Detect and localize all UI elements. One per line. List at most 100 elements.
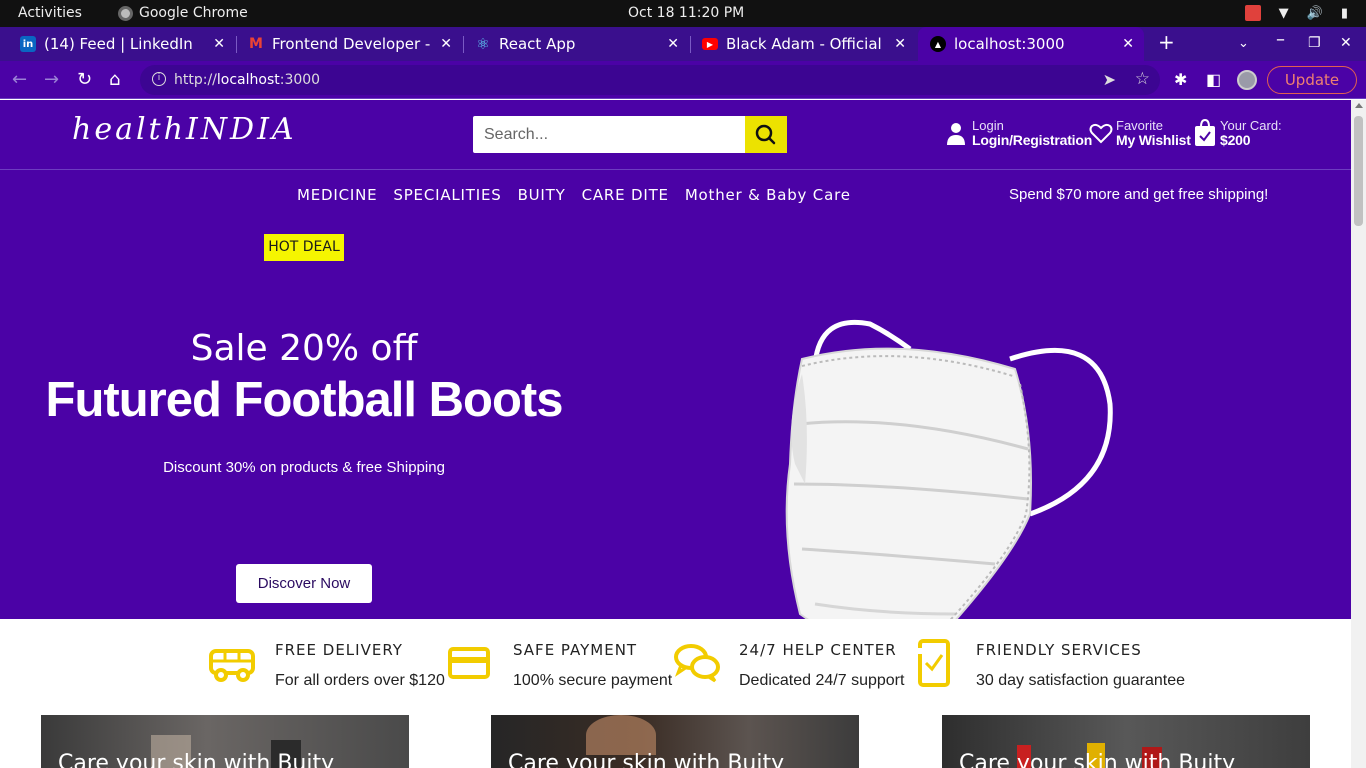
login-registration-label: Login/Registration xyxy=(972,132,1093,148)
page-scrollbar[interactable] xyxy=(1351,100,1366,768)
feature-subtitle: 30 day satisfaction guarantee xyxy=(976,672,1186,689)
close-tab-icon[interactable]: ✕ xyxy=(667,36,679,52)
chrome-icon xyxy=(118,5,133,21)
feature-safe-payment: SAFE PAYMENT 100% secure payment xyxy=(447,639,672,690)
close-tab-icon[interactable]: ✕ xyxy=(894,36,906,52)
login-label: Login xyxy=(972,118,1004,133)
gmail-icon: M xyxy=(249,36,263,52)
profile-avatar[interactable] xyxy=(1237,70,1257,90)
close-tab-icon[interactable]: ✕ xyxy=(1122,36,1134,52)
anydesk-icon[interactable] xyxy=(1244,5,1261,21)
login-link[interactable]: Login Login/Registration xyxy=(946,118,1092,148)
promo-card[interactable]: Care your skin with Buity xyxy=(942,715,1310,768)
update-button[interactable]: Update xyxy=(1267,66,1357,94)
tab-react-app[interactable]: ⚛ React App ✕ xyxy=(475,27,689,61)
feature-help-center: 24/7 HELP CENTER Dedicated 24/7 support xyxy=(673,639,904,690)
search-box xyxy=(473,116,787,153)
feature-subtitle: For all orders over $120 xyxy=(275,672,445,689)
extensions-icon[interactable]: ✱ xyxy=(1174,70,1187,90)
promo-card-text: Care your skin with Buity xyxy=(58,751,335,768)
close-tab-icon[interactable]: ✕ xyxy=(440,36,452,52)
tab-search-chevron-icon[interactable]: ⌄ xyxy=(1238,36,1249,51)
address-bar[interactable]: i http://localhost:3000 ➤ ☆ xyxy=(140,65,1160,95)
menu-item-mother-baby-care[interactable]: Mother & Baby Care xyxy=(685,186,851,204)
scrollbar-thumb[interactable] xyxy=(1354,116,1363,226)
home-icon[interactable]: ⌂ xyxy=(109,69,120,90)
promo-card[interactable]: Care your skin with Buity xyxy=(41,715,409,768)
os-top-bar: Activities Google Chrome Oct 18 11:20 PM… xyxy=(0,0,1366,27)
tab-gmail[interactable]: M Frontend Developer - 80 ✕ xyxy=(248,27,462,61)
info-icon[interactable]: i xyxy=(152,72,166,86)
app-menu[interactable]: Google Chrome xyxy=(118,5,248,21)
tab-title: React App xyxy=(499,35,576,53)
side-panel-icon[interactable]: ◧ xyxy=(1206,70,1221,90)
discover-now-button[interactable]: Discover Now xyxy=(236,564,372,603)
free-shipping-note: Spend $70 more and get free shipping! xyxy=(1009,186,1269,203)
tab-separator xyxy=(236,36,237,53)
search-icon xyxy=(755,124,776,145)
cart-label: Your Card: xyxy=(1220,118,1282,133)
tab-separator xyxy=(463,36,464,53)
tab-youtube[interactable]: ▶ Black Adam - Official Tra ✕ xyxy=(702,27,916,61)
promo-card-text: Care your skin with Buity xyxy=(959,751,1236,768)
cart-link[interactable]: Your Card: $200 xyxy=(1193,118,1282,148)
tab-linkedin[interactable]: in (14) Feed | LinkedIn ✕ xyxy=(20,27,235,61)
bookmark-star-icon[interactable]: ☆ xyxy=(1135,69,1150,89)
menu-item-buity[interactable]: BUITY xyxy=(518,186,566,204)
battery-icon: ▮ xyxy=(1340,5,1348,21)
person-shape xyxy=(586,715,656,755)
search-button[interactable] xyxy=(745,116,787,153)
hot-deal-badge: HOT DEAL xyxy=(264,234,344,261)
minimize-icon[interactable]: – xyxy=(1276,29,1285,50)
wishlist-label: My Wishlist xyxy=(1116,132,1191,148)
cart-total: $200 xyxy=(1220,132,1251,148)
main-menu: MEDICINE SPECIALITIES BUITY CARE DITE Mo… xyxy=(297,186,867,204)
scroll-up-arrow-icon[interactable] xyxy=(1355,103,1363,108)
tab-title: localhost:3000 xyxy=(954,35,1065,53)
promo-card-text: Care your skin with Buity xyxy=(508,751,785,768)
menu-item-medicine[interactable]: MEDICINE xyxy=(297,186,377,204)
user-icon xyxy=(947,123,965,145)
feature-free-delivery: FREE DELIVERY For all orders over $120 xyxy=(209,639,445,690)
wishlist-link[interactable]: Favorite My Wishlist xyxy=(1089,118,1191,148)
reload-icon[interactable]: ↻ xyxy=(77,69,92,90)
heart-icon xyxy=(1089,123,1113,144)
shopping-bag-icon xyxy=(1195,118,1215,146)
close-window-icon[interactable]: ✕ xyxy=(1340,35,1352,51)
promo-card[interactable]: Care your skin with Buity xyxy=(491,715,859,768)
search-input[interactable] xyxy=(473,116,745,153)
url-text[interactable]: http://localhost:3000 xyxy=(174,72,320,88)
linkedin-icon: in xyxy=(20,36,36,52)
tab-strip: in (14) Feed | LinkedIn ✕ M Frontend Dev… xyxy=(0,27,1366,61)
favorite-label: Favorite xyxy=(1116,118,1163,133)
feature-subtitle: 100% secure payment xyxy=(513,672,673,689)
tab-separator xyxy=(690,36,691,53)
close-tab-icon[interactable]: ✕ xyxy=(213,36,225,52)
browser-toolbar: ← → ↻ ⌂ i http://localhost:3000 ➤ ☆ ✱ ◧ … xyxy=(0,61,1366,99)
mobile-check-icon xyxy=(916,639,950,687)
site-logo[interactable]: healthINDIA xyxy=(72,112,297,147)
react-icon: ⚛ xyxy=(476,35,490,53)
tab-title: Frontend Developer - 80 xyxy=(272,35,432,53)
forward-icon[interactable]: → xyxy=(44,69,59,90)
tab-title: Black Adam - Official Tra xyxy=(726,35,886,53)
clock[interactable]: Oct 18 11:20 PM xyxy=(628,5,744,21)
feature-title: FREE DELIVERY xyxy=(275,641,403,659)
app-name: Google Chrome xyxy=(139,5,248,21)
back-icon[interactable]: ← xyxy=(12,69,27,90)
activities-button[interactable]: Activities xyxy=(18,5,82,21)
hero-title: Futured Football Boots xyxy=(45,373,564,427)
feature-title: SAFE PAYMENT xyxy=(513,641,638,659)
send-tab-icon[interactable]: ➤ xyxy=(1103,70,1116,89)
system-tray[interactable]: ▼ 🔊 ▮ xyxy=(1244,5,1348,21)
tab-title: (14) Feed | LinkedIn xyxy=(44,35,193,53)
new-tab-icon[interactable]: + xyxy=(1158,30,1175,54)
restore-icon[interactable]: ❐ xyxy=(1308,35,1321,51)
feature-title: 24/7 HELP CENTER xyxy=(739,641,897,659)
menu-item-specialities[interactable]: SPECIALITIES xyxy=(393,186,501,204)
tab-localhost[interactable]: ▲ localhost:3000 ✕ xyxy=(918,27,1144,61)
feature-friendly-services: FRIENDLY SERVICES 30 day satisfaction gu… xyxy=(910,639,1185,690)
menu-item-care-dite[interactable]: CARE DITE xyxy=(582,186,669,204)
web-page: healthINDIA Login Login/Registratio xyxy=(0,100,1351,768)
hero-subtitle: Sale 20% off xyxy=(190,328,418,369)
